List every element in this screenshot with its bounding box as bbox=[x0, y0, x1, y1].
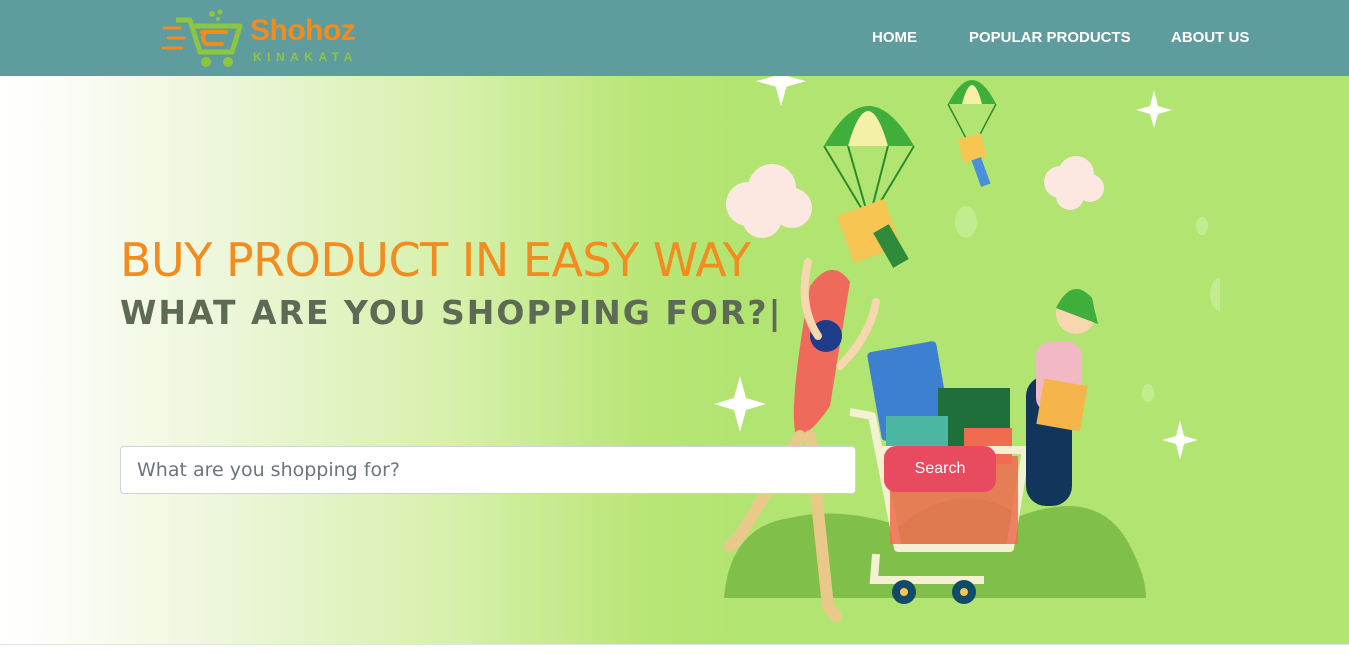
brand-name: Shohoz bbox=[250, 14, 356, 47]
brand-tagline: KINAKATA bbox=[253, 50, 358, 64]
shopping-cart-illustration bbox=[714, 76, 1220, 622]
nav-popular-products-link[interactable]: POPULAR PRODUCTS bbox=[969, 29, 1131, 47]
brand-logo[interactable]: Shohoz KINAKATA bbox=[162, 6, 372, 70]
top-navbar: Shohoz KINAKATA HOME POPULAR PRODUCTS AB… bbox=[0, 0, 1349, 76]
search-input[interactable] bbox=[120, 446, 856, 494]
search-button[interactable]: Search bbox=[884, 446, 996, 492]
hero-subtitle: WHAT ARE YOU SHOPPING FOR?| bbox=[120, 293, 783, 332]
shopping-cart-logo-icon bbox=[162, 9, 243, 67]
section-divider bbox=[0, 644, 1349, 654]
hero-title: BUY PRODUCT IN EASY WAY bbox=[120, 233, 751, 287]
nav-home-link[interactable]: HOME bbox=[872, 29, 917, 47]
nav-about-us-link[interactable]: ABOUT US bbox=[1171, 29, 1249, 47]
